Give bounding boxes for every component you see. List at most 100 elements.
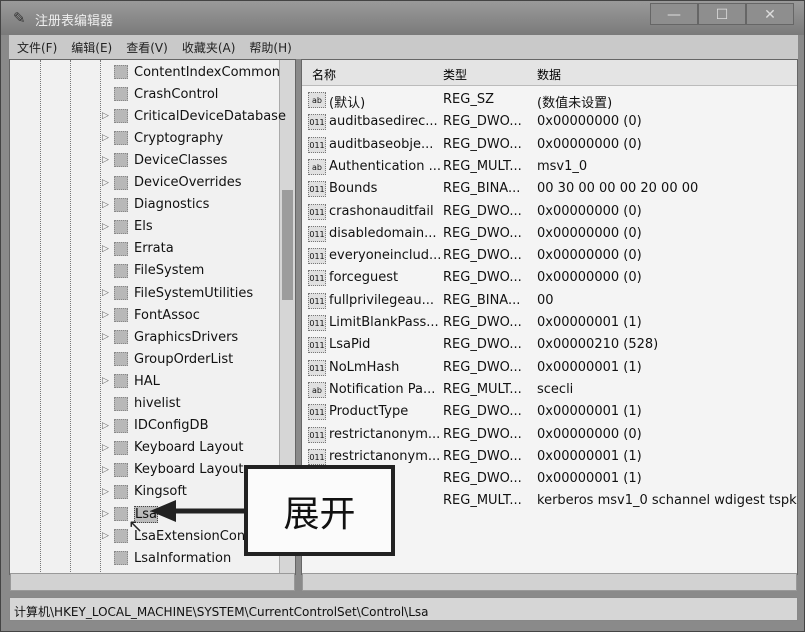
value-name: (默认) [329,96,366,111]
tree-item[interactable]: ▷ CriticalDeviceDatabase [102,105,286,127]
tree-item[interactable]: ▷ DeviceClasses [102,149,227,171]
value-row[interactable]: 011 crashonauditfail REG_DWO... 0x00000000 … [302,201,797,223]
value-type: REG_MULT... [443,158,522,174]
tree-item[interactable]: ContentIndexCommon [102,61,280,83]
value-row[interactable]: 011 auditbaseobje... REG_DWO... 0x00000000 … [302,134,797,156]
scroll-thumb[interactable] [282,190,293,300]
value-row[interactable]: 011 LsaPid REG_DWO... 0x00000210 (528) [302,334,797,356]
expand-arrow-icon[interactable]: ▷ [102,288,114,298]
value-row[interactable]: 011 forceguest REG_DWO... 0x00000000 (0) [302,267,797,289]
tree-item-label: DeviceOverrides [134,175,242,190]
expand-arrow-icon[interactable]: ▷ [102,531,114,541]
value-data: 0x00000000 (0) [537,248,642,264]
expand-arrow-icon[interactable]: ▷ [102,509,114,519]
expand-arrow-icon[interactable]: ▷ [102,465,114,475]
expand-arrow-icon[interactable]: ▷ [102,111,114,121]
values-horizontal-scrollbar[interactable] [302,573,797,591]
expand-arrow-icon[interactable]: ▷ [102,178,114,188]
expand-arrow-icon[interactable]: ▷ [102,310,114,320]
value-row[interactable]: 011 everyoneinclud... REG_DWO... 0x00000000… [302,245,797,267]
expand-arrow-icon[interactable]: ▷ [102,487,114,497]
tree-item[interactable]: ▷ Els [102,216,153,238]
value-type: REG_DWO... [443,136,522,152]
tree-item[interactable]: ▷ FontAssoc [102,304,200,326]
tree-item-label: FileSystemUtilities [134,285,254,301]
value-row[interactable]: ab (默认) REG_SZ (数值未设置) [302,89,797,111]
menu-favorites[interactable]: 收藏夹(A) [182,39,236,56]
tree-item[interactable]: LsaInformation [102,547,231,569]
expand-arrow-icon[interactable]: ▷ [102,222,114,232]
value-type: REG_MULT... [443,381,522,397]
value-type: REG_DWO... [443,426,522,442]
tree-item[interactable]: FileSystem [102,260,204,282]
tree-item[interactable]: GroupOrderList [102,348,233,370]
value-row[interactable]: 011 restrictanonym... REG_DWO... 0x00000000… [302,424,797,446]
folder-icon [114,87,128,102]
maximize-button[interactable]: ☐ [698,3,746,25]
expand-arrow-icon[interactable]: ▷ [102,443,114,453]
expand-arrow-icon[interactable]: ▷ [102,376,114,386]
value-row[interactable]: ab Notification Pa... REG_MULT... scecli [302,379,797,401]
close-button[interactable]: ✕ [746,3,794,25]
tree-item[interactable]: hivelist [102,393,181,415]
tree-item[interactable]: ▷ LsaExtensionConfig [102,525,262,547]
value-row[interactable]: ab Authentication ... REG_MULT... msv1_0 [302,156,797,178]
header-name[interactable]: 名称 [312,66,336,83]
value-row[interactable]: 011 NoLmHash REG_DWO... 0x00000001 (1) [302,357,797,379]
value-name: auditbasedirec... [329,114,438,130]
tree-item[interactable]: ▷ FileSystemUtilities [102,282,253,304]
value-data: 0x00000210 (528) [537,337,659,353]
tree-item[interactable]: ▷ DeviceOverrides [102,172,241,194]
expand-arrow-icon[interactable]: ▷ [102,332,114,342]
tree-horizontal-scrollbar[interactable] [10,573,295,591]
folder-icon [114,374,128,389]
tree-item[interactable]: ▷ IDConfigDB [102,415,208,437]
tree-item[interactable]: ▷ Keyboard Layout [102,437,243,459]
menu-edit[interactable]: 编辑(E) [71,39,112,56]
binary-value-icon: 011 [308,225,326,242]
callout-arrow [150,500,246,522]
tree-item[interactable]: CrashControl [102,83,218,105]
value-row[interactable]: 011 Bounds REG_BINA... 00 30 00 00 00 20 00… [302,178,797,200]
folder-icon [114,241,128,256]
header-type[interactable]: 类型 [443,66,467,83]
value-type: REG_DWO... [443,270,522,286]
expand-arrow-icon[interactable]: ▷ [102,244,114,254]
menu-file[interactable]: 文件(F) [17,39,57,56]
tree-item[interactable]: ▷ Diagnostics [102,194,209,216]
menu-help[interactable]: 帮助(H) [249,39,291,56]
value-name: NoLmHash [329,359,400,375]
binary-value-icon: 011 [308,448,326,465]
header-data[interactable]: 数据 [537,66,561,83]
tree-item[interactable]: ▷ GraphicsDrivers [102,326,238,348]
value-data: 0x00000001 (1) [537,404,642,420]
tree-item[interactable]: ▷ Errata [102,238,174,260]
expand-arrow-icon[interactable]: ▷ [102,155,114,165]
tree-item-label: CriticalDeviceDatabase [134,108,286,124]
tree-item[interactable]: ▷ HAL [102,370,160,392]
value-data: scecli [537,381,574,397]
tree-item-label: hivelist [134,396,181,411]
tree-item-label: ContentIndexCommon [134,64,281,80]
status-bar: 计算机\HKEY_LOCAL_MACHINE\SYSTEM\CurrentCon… [9,597,798,621]
value-row[interactable]: 011 ProductType REG_DWO... 0x00000001 (1) [302,401,797,423]
expand-arrow-icon[interactable]: ▷ [102,133,114,143]
value-row[interactable]: 011 fullprivilegeau... REG_BINA... 00 [302,290,797,312]
expand-arrow-icon[interactable]: ▷ [102,200,114,210]
window-title: 注册表编辑器 [35,14,114,29]
value-type: REG_MULT... [443,493,522,509]
value-data: 0x00000000 (0) [537,426,642,442]
value-data: kerberos msv1_0 schannel wdigest tspkg [537,493,798,509]
minimize-button[interactable]: — [650,3,698,25]
tree-item[interactable]: ▷ Cryptography [102,127,223,149]
value-row[interactable]: 011 auditbasedirec... REG_DWO... 0x00000000… [302,111,797,133]
tree-item[interactable]: ▷ Keyboard Layouts [102,459,250,481]
tree-item-label: LsaInformation [134,550,232,566]
menu-view[interactable]: 查看(V) [126,39,168,56]
title-bar: ✎ 注册表编辑器 — ☐ ✕ [1,1,804,35]
folder-icon [114,551,128,566]
value-row[interactable]: 011 disabledomain... REG_DWO... 0x00000000 … [302,223,797,245]
expand-arrow-icon[interactable]: ▷ [102,421,114,431]
value-row[interactable]: 011 LimitBlankPass... REG_DWO... 0x00000001… [302,312,797,334]
folder-icon [114,131,128,146]
